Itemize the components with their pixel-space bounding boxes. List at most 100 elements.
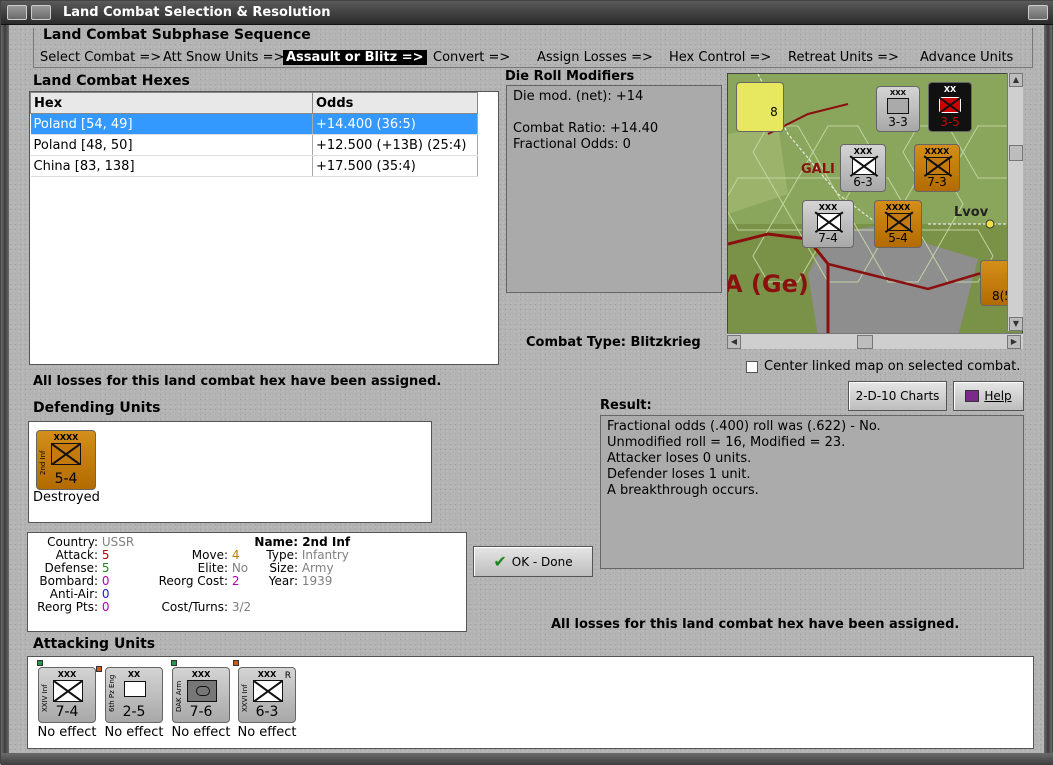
subphase-title: Land Combat Subphase Sequence <box>41 27 313 43</box>
stat-reorg-cost: 2 <box>231 574 240 588</box>
seq-hex-control[interactable]: Hex Control => <box>669 50 771 65</box>
odds-cell: +17.500 (35:4) <box>312 155 478 177</box>
scroll-down-icon[interactable]: ▼ <box>1009 317 1023 331</box>
stat-antiair: 0 <box>101 587 110 601</box>
unit-strength: 7-4 <box>55 704 79 720</box>
help-button-label: Help <box>984 389 1012 403</box>
result-line: Attacker loses 0 units. <box>607 451 752 466</box>
map-unit-counter[interactable]: XXX 6-3 <box>840 144 886 192</box>
combat-type: Combat Type: Blitzkrieg <box>526 335 701 350</box>
seq-assign-losses[interactable]: Assign Losses => <box>537 50 653 65</box>
scroll-right-icon[interactable]: ▶ <box>1007 335 1021 349</box>
table-row[interactable]: Poland [54, 49] +14.400 (36:5) <box>30 113 478 135</box>
armor-symbol-icon <box>187 680 217 702</box>
stat-country: USSR <box>101 535 135 549</box>
scroll-up-icon[interactable]: ▲ <box>1009 73 1023 87</box>
frame-bottom <box>1 753 1053 765</box>
losses-message: All losses for this land combat hex have… <box>33 374 442 389</box>
seq-select-combat[interactable]: Select Combat => <box>40 50 161 65</box>
map-unit-counter[interactable]: 8 <box>736 82 784 132</box>
stat-key: Year: <box>268 574 298 588</box>
stat-move: 4 <box>231 548 240 562</box>
map-label-region1: GALI <box>801 162 835 177</box>
scroll-left-icon[interactable]: ◀ <box>727 335 741 349</box>
map-vertical-scrollbar[interactable]: ▲ ▼ <box>1007 73 1023 331</box>
close-icon[interactable] <box>1028 5 1048 20</box>
table-row[interactable]: Poland [48, 50] +12.500 (+13B) (25:4) <box>30 134 478 156</box>
column-odds[interactable]: Odds <box>312 92 478 114</box>
unit-strength: 7-6 <box>189 704 213 720</box>
center-map-label: Center linked map on selected combat. <box>764 359 1021 374</box>
hexes-table: Hex Odds Poland [54, 49] +14.400 (36:5) … <box>29 91 499 365</box>
attacker-unit-counter[interactable]: XXX DAK Arm 7-6 <box>172 667 230 723</box>
checkmark-icon: ✔ <box>493 552 507 571</box>
scroll-thumb[interactable] <box>857 335 873 349</box>
seq-convert[interactable]: Convert => <box>433 50 510 65</box>
defender-status: Destroyed <box>33 490 100 505</box>
result-box: Fractional odds (.400) roll was (.622) -… <box>600 415 1024 569</box>
stat-key: Cost/Turns: <box>161 600 228 614</box>
scroll-thumb[interactable] <box>1009 145 1023 161</box>
map-unit-counter[interactable]: XXXX 7-3 <box>914 144 960 192</box>
infantry-symbol-icon <box>51 443 81 465</box>
help-button[interactable]: Help <box>953 381 1024 411</box>
odds-cell: +14.400 (36:5) <box>312 113 478 135</box>
center-map-checkbox[interactable] <box>746 361 758 373</box>
defending-units-panel: XXXX 2nd Inf 5-4 Destroyed <box>28 421 432 523</box>
attacker-status: No effect <box>104 725 164 740</box>
map-label-region2: A (Ge) <box>728 270 809 298</box>
seq-retreat-units[interactable]: Retreat Units => <box>788 50 899 65</box>
modifiers-title: Die Roll Modifiers <box>505 69 635 84</box>
stat-key: Reorg Cost: <box>158 574 228 588</box>
ok-done-button[interactable]: ✔ OK - Done <box>473 546 593 577</box>
ok-done-label: OK - Done <box>511 554 573 569</box>
result-line: Unmodified roll = 16, Modified = 23. <box>607 435 846 450</box>
column-hex[interactable]: Hex <box>30 92 313 114</box>
unit-stats-panel: Country: USSR Attack: 5 Defense: 5 Bomba… <box>27 532 467 632</box>
seq-advance-units[interactable]: Advance Units <box>920 50 1013 65</box>
result-line: A breakthrough occurs. <box>607 483 759 498</box>
infantry-symbol-icon <box>53 680 83 702</box>
stat-reorg-pts: 0 <box>101 600 110 614</box>
linked-map[interactable]: GALI A (Ge) Lvov XXX 3-3 XX 3-5 XXX 6-3 … <box>727 73 1023 335</box>
infantry-symbol-icon <box>253 680 283 702</box>
defender-unit-counter[interactable]: XXXX 2nd Inf 5-4 <box>36 430 96 490</box>
map-unit-counter[interactable]: XX 3-5 <box>928 82 972 132</box>
frame-right <box>1044 25 1052 765</box>
attacking-units-panel: XXX XXIV Inf 7-4 No effect XX 6th Pz Eng… <box>27 656 1034 749</box>
charts-button-label: 2-D-10 Charts <box>855 389 940 403</box>
seq-att-snow-units[interactable]: Att Snow Units => <box>163 50 284 65</box>
hexes-title: Land Combat Hexes <box>33 73 190 89</box>
result-title: Result: <box>600 398 652 413</box>
modifier-line: Fractional Odds: 0 <box>513 137 631 152</box>
window-menu-icon[interactable] <box>7 5 27 20</box>
status-dot-icon <box>171 660 177 666</box>
charts-button[interactable]: 2-D-10 Charts <box>848 381 947 411</box>
map-horizontal-scrollbar[interactable]: ◀ ▶ <box>727 333 1023 349</box>
seq-assault-or-blitz[interactable]: Assault or Blitz => <box>283 50 427 65</box>
title-bar: Land Combat Selection & Resolution <box>1 1 1053 25</box>
modifiers-box: Die mod. (net): +14 Combat Ratio: +14.40… <box>506 85 722 293</box>
minimize-icon[interactable] <box>31 5 51 20</box>
engineer-symbol-icon <box>124 681 146 697</box>
stat-year: 1939 <box>301 574 333 588</box>
stat-key: Reorg Pts: <box>37 600 98 614</box>
map-label-city: Lvov <box>954 205 989 220</box>
hex-cell: Poland [48, 50] <box>30 134 313 156</box>
stat-bombard: 0 <box>101 574 110 588</box>
attacker-unit-counter[interactable]: XX 6th Pz Eng 2-5 <box>105 667 163 723</box>
stat-defense: 5 <box>101 561 110 575</box>
attacker-status: No effect <box>37 725 97 740</box>
map-unit-counter[interactable]: XXX 7-4 <box>802 200 854 248</box>
hex-cell: China [83, 138] <box>30 155 313 177</box>
attacker-unit-counter[interactable]: XXX XXIV Inf 7-4 <box>38 667 96 723</box>
table-row[interactable]: China [83, 138] +17.500 (35:4) <box>30 155 478 177</box>
map-unit-counter[interactable]: XXX 3-3 <box>876 86 920 132</box>
frame-left <box>1 25 9 765</box>
map-unit-counter[interactable]: XXXX 5-4 <box>874 200 922 248</box>
defending-title: Defending Units <box>33 400 161 416</box>
attacker-unit-counter[interactable]: XXX R XXVI Inf 6-3 <box>238 667 296 723</box>
status-dot-icon <box>233 660 239 666</box>
land-combat-window: Land Combat Selection & Resolution Land … <box>0 0 1053 765</box>
attacking-title: Attacking Units <box>33 636 156 652</box>
